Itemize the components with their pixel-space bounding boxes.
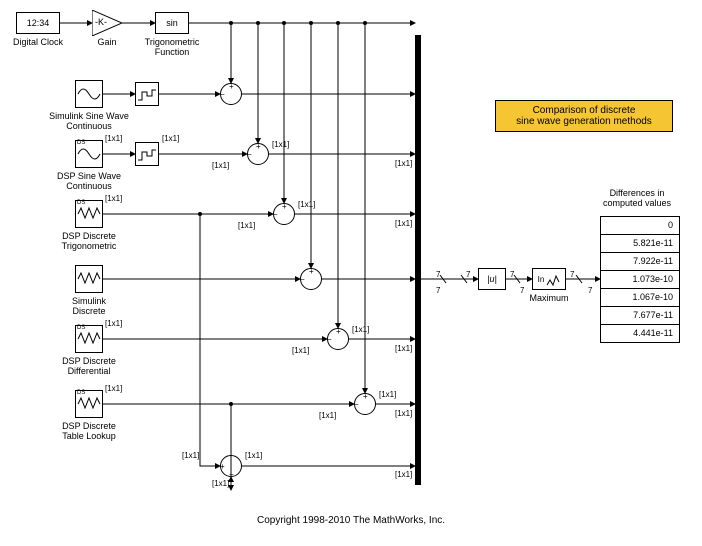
zoh-block[interactable]: [135, 142, 159, 166]
sig-dim: [1x1]: [395, 344, 412, 353]
sig-dim: [1x1]: [105, 134, 122, 143]
sig-dim: 7: [436, 286, 440, 295]
trig-fn: sin: [166, 18, 178, 28]
max-label: Maximum: [525, 293, 573, 303]
source-block[interactable]: DS: [75, 390, 103, 418]
sig-dim: 7: [570, 270, 574, 279]
sum-block[interactable]: [247, 143, 269, 165]
display-block[interactable]: 0 5.821e-11 7.922e-11 1.073e-10 1.067e-1…: [600, 216, 680, 343]
sig-dim: [1x1]: [105, 384, 122, 393]
sig-dim: [1x1]: [182, 451, 199, 460]
display-title: Differences in computed values: [592, 188, 682, 209]
display-row: 7.922e-11: [601, 253, 679, 271]
sum-block[interactable]: [220, 455, 242, 477]
sig-dim: [1x1]: [105, 319, 122, 328]
sig-dim: [1x1]: [272, 140, 289, 149]
display-row: 1.067e-10: [601, 289, 679, 307]
mux-block[interactable]: [415, 35, 421, 485]
sig-dim: [1x1]: [395, 470, 412, 479]
sig-dim: [1x1]: [395, 219, 412, 228]
prefix: DS: [77, 325, 85, 331]
source-label: Simulink Sine Wave Continuous: [48, 111, 130, 132]
source-block[interactable]: [75, 265, 103, 293]
sig-dim: [1x1]: [379, 390, 396, 399]
sum-block[interactable]: [300, 268, 322, 290]
sig-dim: [1x1]: [395, 159, 412, 168]
max-block[interactable]: In: [532, 268, 566, 290]
source-block[interactable]: DS: [75, 200, 103, 228]
sig-dim: [1x1]: [298, 200, 315, 209]
display-row: 5.821e-11: [601, 235, 679, 253]
sig-dim: [1x1]: [212, 161, 229, 170]
source-block[interactable]: [75, 80, 103, 108]
gain-symbol: -K-: [95, 17, 107, 27]
digital-clock-block[interactable]: 12:34: [16, 12, 60, 34]
trig-label: Trigonometric Function: [140, 37, 204, 58]
source-block[interactable]: DS: [75, 325, 103, 353]
sig-dim: 7: [466, 270, 470, 279]
sig-dim: 7: [436, 270, 440, 279]
sum-block[interactable]: [273, 203, 295, 225]
annotation-box: Comparison of discrete sine wave generat…: [495, 100, 673, 132]
sig-dim: [1x1]: [162, 134, 179, 143]
gain-block[interactable]: -K-: [92, 10, 122, 36]
prefix: DS: [77, 390, 85, 396]
source-label: DSP Sine Wave Continuous: [48, 171, 130, 192]
sig-dim: [1x1]: [292, 346, 309, 355]
sig-dim: [1x1]: [105, 194, 122, 203]
abs-symbol: |u|: [487, 274, 497, 284]
sum-block[interactable]: [327, 328, 349, 350]
prefix: DS: [77, 200, 85, 206]
sig-dim: [1x1]: [238, 221, 255, 230]
copyright: Copyright 1998-2010 The MathWorks, Inc.: [0, 515, 702, 527]
trig-block[interactable]: sin: [155, 12, 189, 34]
gain-label: Gain: [93, 37, 121, 47]
zoh-block[interactable]: [135, 82, 159, 106]
abs-block[interactable]: |u|: [478, 268, 506, 290]
display-row: 0: [601, 217, 679, 235]
display-row: 7.677e-11: [601, 307, 679, 325]
source-block[interactable]: DS: [75, 140, 103, 168]
sig-dim: 7: [520, 286, 524, 295]
sum-block[interactable]: [354, 393, 376, 415]
source-label: DSP Discrete Trigonometric: [48, 231, 130, 252]
sig-dim: [1x1]: [352, 325, 369, 334]
sig-dim: 7: [510, 270, 514, 279]
sum-block[interactable]: [220, 83, 242, 105]
max-in: In: [538, 275, 545, 284]
sig-dim: [1x1]: [319, 411, 336, 420]
sig-dim: [1x1]: [212, 479, 229, 488]
digital-clock-label: Digital Clock: [3, 37, 73, 47]
source-label: Simulink Discrete: [48, 296, 130, 317]
sig-dim: [1x1]: [395, 409, 412, 418]
prefix: DS: [77, 140, 85, 146]
source-label: DSP Discrete Table Lookup: [48, 421, 130, 442]
display-row: 1.073e-10: [601, 271, 679, 289]
sig-dim: 7: [588, 286, 592, 295]
wires: [0, 0, 702, 546]
sig-dim: [1x1]: [245, 451, 262, 460]
display-row: 4.441e-11: [601, 325, 679, 342]
clock-value: 12:34: [27, 18, 50, 28]
source-label: DSP Discrete Differential: [48, 356, 130, 377]
